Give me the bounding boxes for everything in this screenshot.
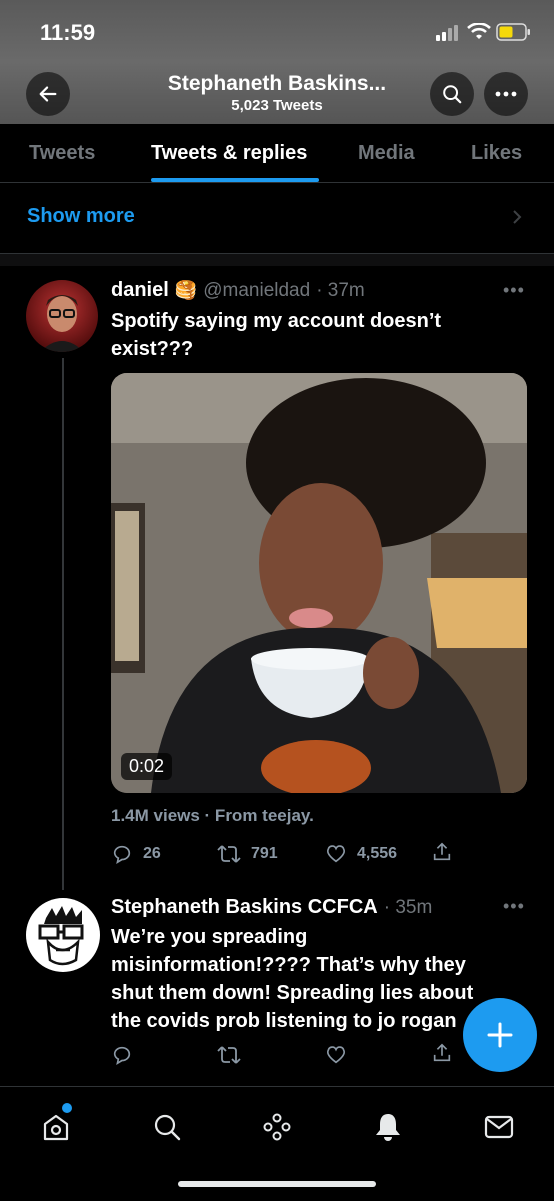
wifi-icon [467,23,491,39]
tweet-time: · 37m [316,279,365,301]
status-time: 11:59 [40,20,96,45]
author-name[interactable]: daniel [111,279,169,302]
video-duration: 0:02 [121,753,173,780]
profile-header: 11:59 Stephaneth Baskins... 5,023 Tweets [0,0,554,124]
avatar-image [40,295,84,352]
tweet-more-icon[interactable]: ••• [503,280,525,301]
tweet-1[interactable]: daniel 🥞 @manieldad · 37m ••• Spotify sa… [0,266,554,886]
tab-tweets-replies[interactable]: Tweets & replies [151,142,307,165]
search-icon [154,1114,181,1141]
tweet-text: Spotify saying my account doesn’t exist?… [111,310,442,360]
share-button[interactable] [431,841,453,863]
search-button[interactable] [430,72,474,116]
nav-messages[interactable] [479,1107,519,1147]
home-indicator [178,1181,376,1187]
retweet-button[interactable]: 791 [217,843,278,865]
battery-icon [496,23,530,41]
show-more-row[interactable]: Show more [0,183,554,254]
retweet-icon[interactable] [217,1044,241,1066]
like-button[interactable]: 4,556 [325,843,397,865]
retweet-count: 791 [251,845,278,862]
section-divider [0,254,554,266]
thread-line [62,358,64,890]
heart-icon [326,845,346,863]
tweet-more-icon[interactable]: ••• [503,896,525,917]
share-icon[interactable] [431,1042,453,1064]
chevron-right-icon [513,210,522,224]
nav-notifications[interactable] [368,1107,408,1147]
tab-likes[interactable]: Likes [471,142,522,165]
plus-icon [487,1022,513,1048]
video-views: 1.4M views · From teejay. [111,806,314,825]
tweet-time: · 35m [383,896,433,918]
reply-icon[interactable] [111,1044,133,1066]
notification-dot [62,1103,72,1113]
reply-button[interactable]: 26 [111,843,161,865]
retweet-icon [217,845,241,863]
compose-tweet-button[interactable] [463,998,537,1072]
share-icon [433,842,451,861]
search-icon [443,85,462,104]
like-count: 4,556 [357,845,398,862]
spaces-icon [263,1113,291,1141]
more-button[interactable] [484,72,528,116]
avatar[interactable] [26,898,100,972]
tab-tweets[interactable]: Tweets [29,142,95,165]
nav-spaces[interactable] [257,1107,297,1147]
show-more-label: Show more [27,205,135,227]
avatar-image [38,906,84,966]
nav-search[interactable] [147,1107,187,1147]
avatar[interactable] [26,280,98,352]
reply-count: 26 [143,845,161,862]
mail-icon [484,1115,514,1139]
home-icon [43,1114,69,1141]
author-name[interactable]: Stephaneth Baskins CCFCA [111,896,378,919]
video-thumbnail [111,373,527,793]
author-handle[interactable]: @manieldad [203,280,310,302]
tweet-text: We’re you spreading misinformation!???? … [111,926,474,1032]
signal-icon [436,25,458,41]
reply-icon [113,845,131,864]
active-tab-indicator [151,178,319,182]
tweet-video[interactable]: 0:02 [111,373,527,793]
profile-tabs: Tweets Tweets & replies Media Likes [0,124,554,183]
pancake-badge-icon: 🥞 [174,280,198,300]
bell-icon [376,1114,400,1141]
heart-icon[interactable] [325,1044,347,1066]
more-icon [495,91,517,97]
nav-home[interactable] [36,1103,76,1147]
tab-media[interactable]: Media [358,142,415,165]
